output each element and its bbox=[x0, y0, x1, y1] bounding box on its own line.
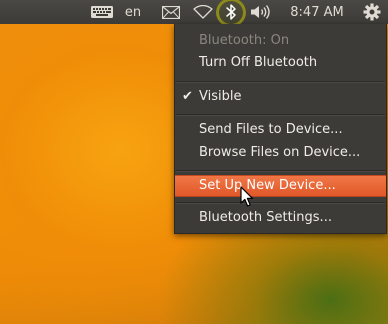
speaker-volume-icon[interactable] bbox=[248, 0, 274, 24]
menu-item-bluetooth-status: Bluetooth: On bbox=[199, 33, 290, 48]
menu-separator bbox=[176, 202, 385, 204]
checkmark-icon: ✔ bbox=[182, 89, 193, 104]
menu-separator bbox=[176, 81, 385, 83]
menu-item-visible-label: Visible bbox=[199, 89, 242, 104]
menu-item-turn-off-bluetooth[interactable]: Turn Off Bluetooth bbox=[175, 52, 386, 74]
bluetooth-menu: Bluetooth: On Turn Off Bluetooth ✔ Visib… bbox=[174, 24, 387, 234]
menu-separator bbox=[176, 114, 385, 116]
menu-item-visible[interactable]: ✔ Visible bbox=[175, 86, 386, 108]
language-indicator[interactable]: en bbox=[120, 0, 146, 24]
keyboard-icon[interactable] bbox=[89, 0, 115, 24]
clock[interactable]: 8:47 AM bbox=[284, 0, 350, 24]
gear-power-icon[interactable] bbox=[360, 0, 384, 24]
menu-item-set-up-new-device[interactable]: Set Up New Device... bbox=[175, 175, 386, 197]
menu-item-send-files[interactable]: Send Files to Device... bbox=[175, 119, 386, 141]
envelope-icon[interactable] bbox=[158, 0, 184, 24]
bluetooth-icon[interactable] bbox=[220, 0, 242, 24]
wifi-icon[interactable] bbox=[191, 0, 215, 24]
menu-separator bbox=[176, 170, 385, 172]
menu-item-browse-files[interactable]: Browse Files on Device... bbox=[175, 142, 386, 164]
mouse-pointer-icon bbox=[240, 186, 254, 212]
top-panel: en 8:47 AM bbox=[0, 0, 388, 27]
menu-item-bluetooth-settings[interactable]: Bluetooth Settings... bbox=[175, 207, 386, 229]
